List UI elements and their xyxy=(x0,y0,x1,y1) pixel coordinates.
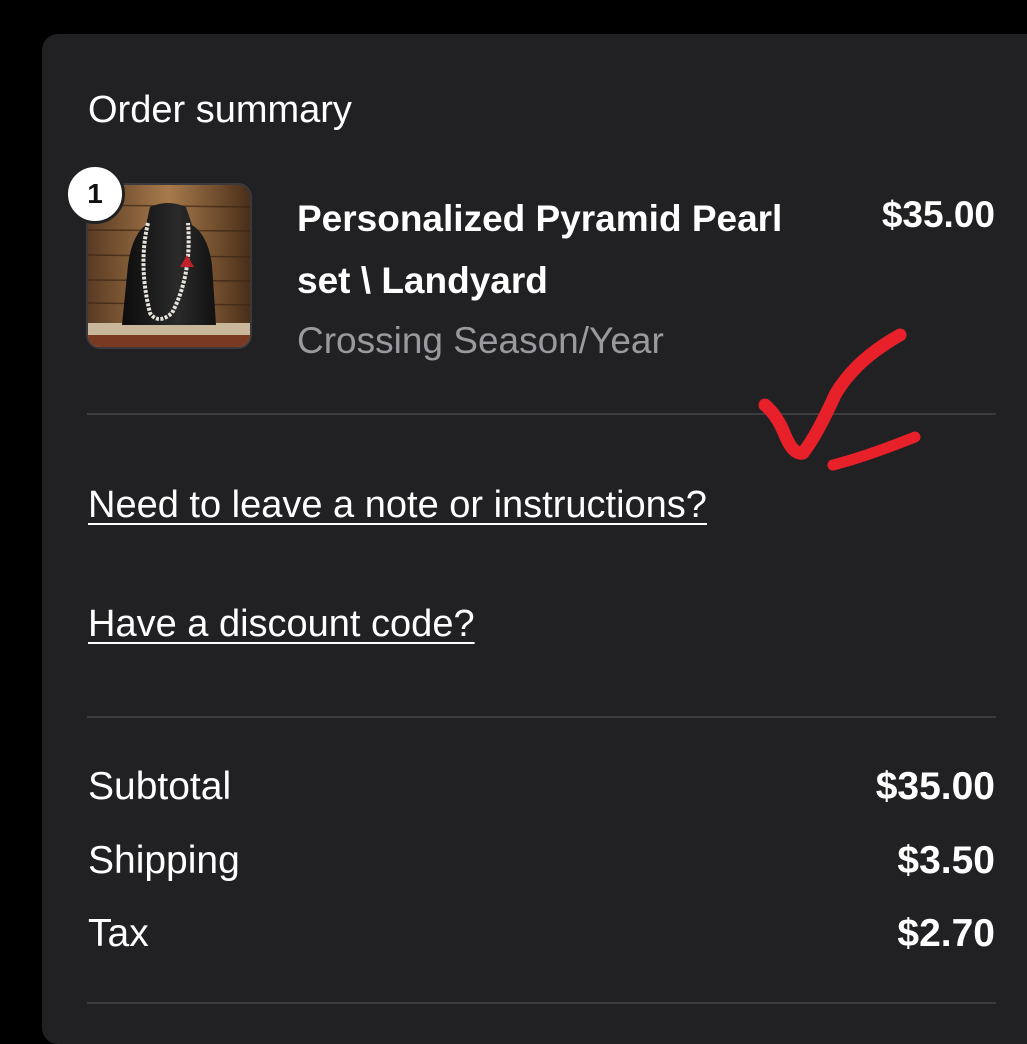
divider xyxy=(87,716,996,718)
subtotal-label: Subtotal xyxy=(88,765,232,808)
product-name: Personalized Pyramid Pearl set \ Landyar… xyxy=(297,198,783,301)
quantity-badge: 1 xyxy=(65,164,125,224)
note-instructions-link[interactable]: Need to leave a note or instructions? xyxy=(88,480,707,530)
tax-value: $2.70 xyxy=(897,912,995,955)
discount-code-link[interactable]: Have a discount code? xyxy=(88,599,475,649)
shipping-row: Shipping $3.50 xyxy=(88,836,995,886)
shipping-label: Shipping xyxy=(88,839,240,882)
order-summary-title: Order summary xyxy=(88,89,352,131)
product-variant: Crossing Season/Year xyxy=(297,320,664,361)
tax-label: Tax xyxy=(88,912,149,955)
divider xyxy=(87,413,996,415)
tax-row: Tax $2.70 xyxy=(88,909,995,959)
divider xyxy=(87,1002,996,1004)
subtotal-row: Subtotal $35.00 xyxy=(88,762,995,812)
subtotal-value: $35.00 xyxy=(875,765,995,808)
product-price: $35.00 xyxy=(881,194,995,235)
shipping-value: $3.50 xyxy=(897,839,995,882)
